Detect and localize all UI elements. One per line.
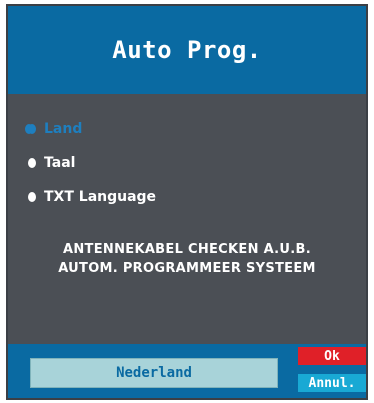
dialog-footer: Nederland Ok Annul. <box>8 344 366 398</box>
menu-item-txt-language[interactable]: TXT Language <box>28 186 156 208</box>
status-line-1: ANTENNEKABEL CHECKEN A.U.B. <box>63 242 311 257</box>
selected-bullet-icon <box>28 124 36 134</box>
ok-button[interactable]: Ok <box>298 347 366 365</box>
tv-osd-frame: Auto Prog. Land Taal TXT Language ANTENN… <box>0 0 374 403</box>
menu-item-land[interactable]: Land <box>28 118 82 140</box>
bullet-icon <box>28 158 36 168</box>
auto-prog-dialog: Auto Prog. Land Taal TXT Language ANTENN… <box>6 4 368 400</box>
status-line-2: AUTOM. PROGRAMMEER SYSTEEM <box>58 261 316 276</box>
status-message: ANTENNEKABEL CHECKEN A.U.B. AUTOM. PROGR… <box>8 240 366 278</box>
dialog-title: Auto Prog. <box>112 36 262 64</box>
cancel-button[interactable]: Annul. <box>298 374 366 392</box>
selected-value-box[interactable]: Nederland <box>30 358 278 388</box>
menu-item-taal[interactable]: Taal <box>28 152 75 174</box>
menu-item-label: Taal <box>44 155 76 171</box>
menu-item-label: Land <box>44 121 83 137</box>
dialog-header: Auto Prog. <box>8 6 366 94</box>
menu-item-label: TXT Language <box>44 189 157 205</box>
settings-menu: Land Taal TXT Language ANTENNEKABEL CHEC… <box>8 94 366 348</box>
bullet-icon <box>28 192 36 202</box>
